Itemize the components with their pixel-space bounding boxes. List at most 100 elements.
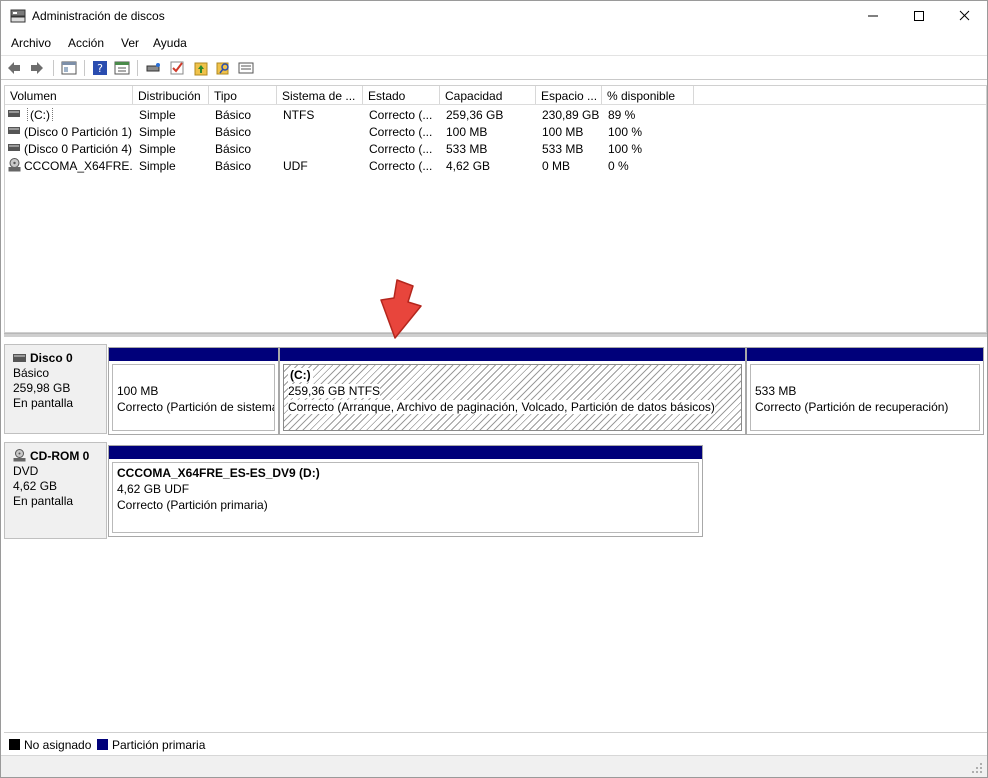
drive-icon [8, 144, 20, 151]
disk-0-label[interactable]: Disco 0 Básico 259,98 GB En pantalla [4, 344, 107, 434]
partition-title [755, 367, 979, 383]
column-header-capacidad[interactable]: Capacidad [440, 86, 536, 104]
partition-size: 100 MB [117, 384, 159, 398]
primary-partition-swatch [97, 739, 108, 750]
title-bar[interactable]: Administración de discos [1, 1, 987, 31]
pane-splitter[interactable] [4, 333, 987, 337]
menu-bar: Archivo Acción Ver Ayuda [1, 32, 987, 54]
maximize-button[interactable] [896, 1, 942, 31]
partition-size-text: 259,36 GB NTFS [288, 384, 381, 398]
partition-system[interactable]: 100 MB Correcto (Partición de sistema [108, 347, 279, 435]
forward-icon[interactable] [29, 60, 45, 76]
minimize-button[interactable] [850, 1, 896, 31]
primary-partition-bar [109, 446, 702, 459]
cdrom-0-name-text: CD-ROM 0 [30, 449, 90, 463]
svg-text:?: ? [97, 62, 103, 75]
check-icon[interactable] [169, 60, 185, 76]
layout-cell: Simple [139, 125, 176, 139]
menu-ver[interactable]: Ver [121, 36, 139, 50]
pct-cell: 89 % [608, 108, 636, 122]
drive-icon [8, 127, 20, 134]
disk-icon [13, 354, 26, 362]
volume-row[interactable]: (Disco 0 Partición 4) Simple Básico Corr… [5, 140, 986, 157]
cd-drive-icon [8, 158, 21, 172]
fs-cell: NTFS [283, 108, 315, 122]
partition-status: Correcto (Arranque, Archivo de paginació… [288, 399, 741, 415]
column-header-tipo[interactable]: Tipo [209, 86, 277, 104]
layout-cell: Simple [139, 108, 176, 122]
capacity-cell: 100 MB [446, 125, 488, 139]
fs-cell: UDF [283, 159, 308, 173]
unallocated-swatch [9, 739, 20, 750]
disk-0-state: En pantalla [13, 396, 74, 410]
menu-accion[interactable]: Acción [68, 36, 104, 50]
status-cell: Correcto (... [369, 108, 433, 122]
disk-0-name-text: Disco 0 [30, 351, 73, 365]
partition-dvd[interactable]: CCCOMA_X64FRE_ES-ES_DV9 (D:) 4,62 GB UDF… [108, 445, 703, 537]
volume-row[interactable]: (Disco 0 Partición 1) Simple Básico Corr… [5, 123, 986, 140]
partition-title: (C:) [288, 367, 741, 383]
column-header-volumen[interactable]: Volumen [5, 86, 133, 104]
column-header-disponible[interactable]: % disponible [602, 86, 694, 104]
status-cell: Correcto (... [369, 159, 433, 173]
graphical-disk-view: Disco 0 Básico 259,98 GB En pantalla 100… [4, 338, 987, 730]
volume-row[interactable]: CCCOMA_X64FRE... Simple Básico UDF Corre… [5, 157, 986, 174]
properties-icon[interactable] [114, 60, 130, 76]
volume-list[interactable]: Volumen Distribución Tipo Sistema de ...… [4, 85, 987, 333]
close-button[interactable] [941, 1, 987, 31]
column-header-estado[interactable]: Estado [363, 86, 440, 104]
capacity-cell: 259,36 GB [446, 108, 504, 122]
partition-title: CCCOMA_X64FRE_ES-ES_DV9 (D:) [117, 466, 320, 480]
partition-size: 533 MB [755, 384, 797, 398]
column-header-sistema[interactable]: Sistema de ... [277, 86, 363, 104]
disk-management-app-icon [10, 9, 26, 23]
type-cell: Básico [215, 108, 252, 122]
volume-row[interactable]: (C:) Simple Básico NTFS Correcto (... 25… [5, 106, 986, 123]
pct-cell: 100 % [608, 125, 643, 139]
partition-c[interactable]: (C:) 259,36 GB NTFS Correcto (Arranque, … [279, 347, 746, 435]
cd-drive-icon [13, 449, 26, 462]
back-icon[interactable] [6, 60, 22, 76]
partition-body: 533 MB Correcto (Partición de recuperaci… [750, 364, 980, 431]
partition-recovery[interactable]: 533 MB Correcto (Partición de recuperaci… [746, 347, 984, 435]
folder-up-icon[interactable] [193, 60, 209, 76]
menu-archivo[interactable]: Archivo [11, 36, 51, 50]
pct-cell: 0 % [608, 159, 629, 173]
pct-cell: 100 % [608, 142, 643, 156]
window-title: Administración de discos [32, 9, 165, 23]
partition-size: 259,36 GB NTFS [288, 383, 741, 399]
partition-status: Correcto (Partición de sistema [117, 400, 275, 414]
free-cell: 230,89 GB [542, 108, 600, 122]
toolbar: ? [1, 55, 987, 80]
cdrom-0-label[interactable]: CD-ROM 0 DVD 4,62 GB En pantalla [4, 442, 107, 539]
partition-size: 4,62 GB UDF [117, 482, 190, 496]
cdrom-0-state: En pantalla [13, 494, 74, 508]
layout-cell: Simple [139, 159, 176, 173]
minimize-icon [868, 15, 878, 17]
type-cell: Básico [215, 159, 252, 173]
status-cell: Correcto (... [369, 142, 433, 156]
volume-name: (C:) [27, 108, 132, 122]
help-icon[interactable]: ? [92, 60, 108, 76]
column-header-espacio[interactable]: Espacio ... [536, 86, 602, 104]
status-bar [1, 755, 987, 777]
free-cell: 100 MB [542, 125, 584, 139]
maximize-icon [914, 11, 924, 21]
resize-grip-icon[interactable] [971, 762, 983, 774]
toolbar-separator [137, 60, 138, 76]
primary-partition-bar [109, 348, 278, 361]
console-tree-icon[interactable] [61, 60, 77, 76]
connect-icon[interactable] [146, 60, 162, 76]
volume-name: (Disco 0 Partición 4) [24, 142, 132, 156]
toolbar-separator [53, 60, 54, 76]
status-cell: Correcto (... [369, 125, 433, 139]
volume-name: (Disco 0 Partición 1) [24, 125, 132, 139]
menu-ayuda[interactable]: Ayuda [153, 36, 187, 50]
capacity-cell: 533 MB [446, 142, 488, 156]
primary-partition-bar [747, 348, 983, 361]
legend-primary-partition: Partición primaria [112, 738, 206, 752]
column-header-distribucion[interactable]: Distribución [133, 86, 209, 104]
list-icon[interactable] [238, 60, 254, 76]
partition-body-selected: (C:) 259,36 GB NTFS Correcto (Arranque, … [283, 364, 742, 431]
search-folder-icon[interactable] [215, 60, 231, 76]
